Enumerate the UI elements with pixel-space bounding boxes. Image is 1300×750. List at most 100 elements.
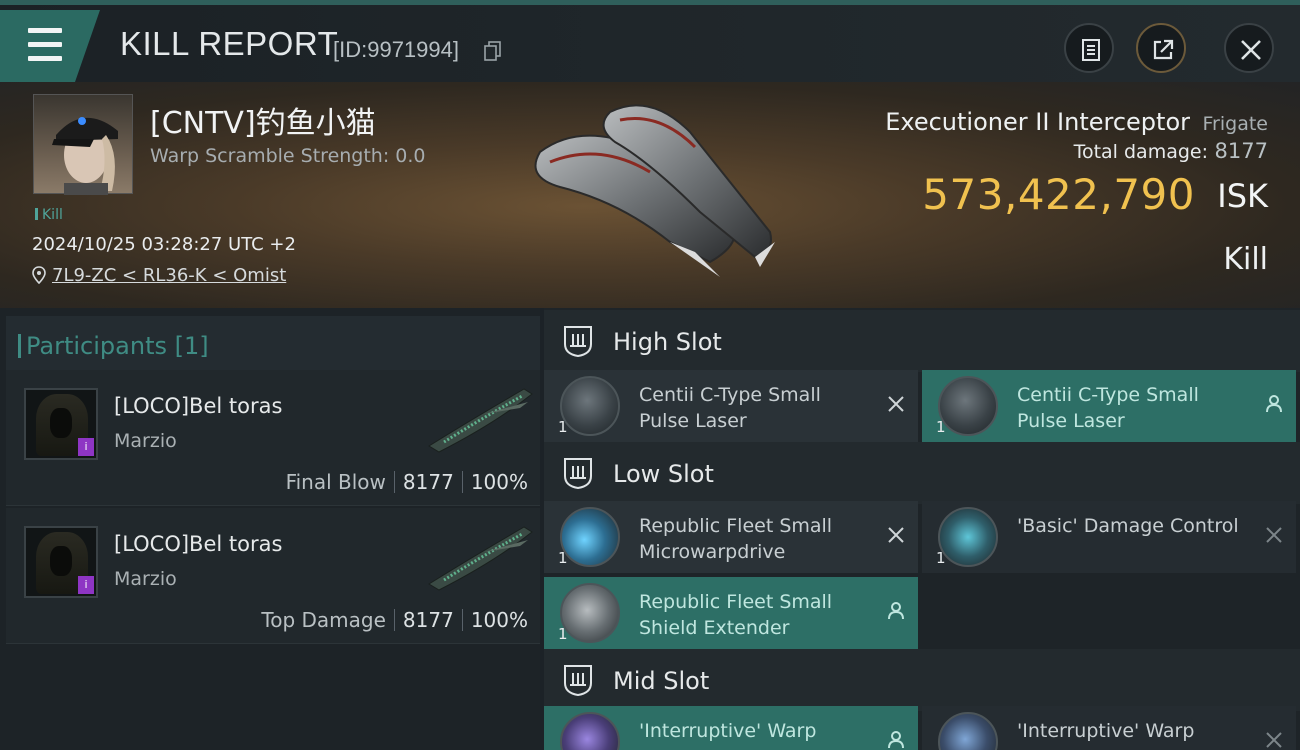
document-icon bbox=[1082, 39, 1100, 61]
module-item[interactable]: 'Interruptive' Warp bbox=[922, 706, 1296, 750]
participants-label: Participants [1] bbox=[18, 332, 209, 360]
menu-button[interactable] bbox=[0, 10, 100, 82]
module-name: Centii C-Type Small Pulse Laser bbox=[639, 384, 821, 432]
module-item[interactable]: 1 Republic Fleet Small Shield Extender bbox=[544, 577, 918, 649]
share-icon bbox=[1153, 39, 1174, 60]
participant-corp: Marzio bbox=[114, 568, 177, 590]
participants-panel: Participants [1] i [LOCO]Bel toras Marzi… bbox=[0, 308, 540, 750]
module-name: 'Interruptive' Warp bbox=[639, 720, 817, 742]
damage-control-icon bbox=[938, 507, 998, 567]
copy-icon[interactable] bbox=[484, 41, 502, 61]
module-item[interactable]: 1 Centii C-Type Small Pulse Laser bbox=[544, 370, 918, 442]
participant-role: Top Damage bbox=[261, 608, 386, 632]
participants-header: Participants [1] bbox=[6, 316, 540, 372]
module-quantity: 1 bbox=[558, 549, 568, 567]
pulse-laser-icon bbox=[560, 376, 620, 436]
low-slot-label: Low Slot bbox=[613, 460, 714, 488]
module-quantity: 1 bbox=[558, 418, 568, 436]
document-button[interactable] bbox=[1064, 23, 1114, 73]
participant-row[interactable]: i [LOCO]Bel toras Marzio Final Blow 8177 1… bbox=[6, 370, 540, 506]
hamburger-menu-icon bbox=[28, 28, 62, 33]
participant-ship-image bbox=[428, 526, 533, 591]
close-icon bbox=[1241, 40, 1261, 60]
warp-disruptor-icon bbox=[938, 712, 998, 750]
microwarpdrive-icon bbox=[560, 507, 620, 567]
low-slot-header: Low Slot bbox=[544, 442, 1300, 504]
warp-disruptor-icon bbox=[560, 712, 620, 750]
module-quantity: 1 bbox=[936, 549, 946, 567]
participant-stats: Final Blow 8177 100% bbox=[286, 470, 528, 494]
stat-divider bbox=[461, 471, 463, 493]
participant-ship-image bbox=[428, 388, 533, 453]
dropped-person-icon bbox=[888, 602, 904, 620]
report-id: [ID:9971994] bbox=[333, 37, 459, 62]
participant-name: [LOCO]Bel toras bbox=[114, 532, 283, 556]
total-damage-label: Total damage: bbox=[1073, 141, 1208, 163]
module-name: Centii C-Type Small Pulse Laser bbox=[1017, 384, 1199, 432]
dropped-person-icon bbox=[1266, 395, 1282, 413]
mid-slot-header: Mid Slot bbox=[544, 649, 1300, 711]
slot-shield-icon bbox=[564, 326, 592, 358]
share-button[interactable] bbox=[1136, 23, 1186, 73]
victim-ship-image bbox=[534, 104, 775, 277]
close-button[interactable] bbox=[1224, 23, 1274, 73]
module-quantity: 1 bbox=[936, 418, 946, 436]
page-title: KILL REPORT bbox=[120, 25, 339, 62]
portrait-face bbox=[50, 408, 72, 438]
mid-slot-label: Mid Slot bbox=[613, 667, 710, 695]
participant-corp: Marzio bbox=[114, 430, 177, 452]
participant-percent: 100% bbox=[470, 608, 528, 632]
total-damage-value: 8177 bbox=[1214, 139, 1268, 163]
fittings-panel: High Slot 1 Centii C-Type Small Pulse La… bbox=[544, 308, 1300, 750]
victim-ship-name[interactable]: Executioner II Interceptor bbox=[885, 108, 1190, 136]
kill-tag: Kill bbox=[35, 207, 63, 223]
high-slot-header: High Slot bbox=[544, 310, 1300, 372]
participant-role: Final Blow bbox=[285, 470, 386, 494]
hamburger-menu-icon-bar bbox=[28, 56, 62, 61]
module-name: Republic Fleet Small Microwarpdrive bbox=[639, 515, 833, 563]
participant-percent: 100% bbox=[470, 470, 528, 494]
isk-unit: ISK bbox=[1217, 177, 1268, 215]
high-slot-label: High Slot bbox=[613, 328, 722, 356]
isk-value: 573,422,790 bbox=[922, 170, 1195, 219]
kill-datetime: 2024/10/25 03:28:27 UTC +2 bbox=[32, 234, 296, 255]
pulse-laser-icon bbox=[938, 376, 998, 436]
stat-divider bbox=[393, 471, 395, 493]
slot-shield-icon bbox=[564, 458, 592, 490]
avatar-portrait bbox=[52, 117, 118, 195]
header-bar: KILL REPORT [ID:9971994] bbox=[0, 0, 1300, 82]
module-item[interactable]: 1 'Basic' Damage Control bbox=[922, 501, 1296, 573]
info-badge-icon: i bbox=[78, 576, 94, 594]
shield-extender-icon bbox=[560, 583, 620, 643]
module-item[interactable]: 1 Republic Fleet Small Microwarpdrive bbox=[544, 501, 918, 573]
victim-ship-class: Frigate bbox=[1202, 113, 1268, 135]
location-link[interactable]: 7L9-ZC < RL36-K < Omist bbox=[52, 265, 286, 286]
destroyed-x-icon bbox=[1266, 527, 1282, 543]
portrait-face bbox=[50, 546, 72, 576]
participant-stats: Top Damage 8177 100% bbox=[261, 608, 528, 632]
participant-avatar: i bbox=[24, 388, 98, 460]
participant-damage: 8177 bbox=[402, 608, 454, 632]
participant-avatar: i bbox=[24, 526, 98, 598]
module-item[interactable]: 1 Centii C-Type Small Pulse Laser bbox=[922, 370, 1296, 442]
stat-divider bbox=[461, 609, 463, 631]
participant-row[interactable]: i [LOCO]Bel toras Marzio Top Damage 8177 1… bbox=[6, 508, 540, 644]
slot-shield-icon bbox=[564, 665, 592, 697]
hamburger-menu-icon-bar bbox=[28, 42, 62, 47]
victim-name[interactable]: [CNTV]钓鱼小猫 bbox=[150, 98, 376, 142]
victim-avatar[interactable] bbox=[33, 94, 133, 195]
module-quantity: 1 bbox=[558, 625, 568, 643]
destroyed-x-icon bbox=[888, 396, 904, 412]
module-name: 'Basic' Damage Control bbox=[1017, 515, 1239, 537]
module-name: 'Interruptive' Warp bbox=[1017, 720, 1195, 742]
participant-name: [LOCO]Bel toras bbox=[114, 394, 283, 418]
location-pin-icon bbox=[32, 266, 46, 284]
stat-divider bbox=[393, 609, 395, 631]
dropped-person-icon bbox=[888, 731, 904, 749]
victim-banner: [CNTV]钓鱼小猫 Warp Scramble Strength: 0.0 K… bbox=[0, 82, 1300, 308]
info-badge-icon: i bbox=[78, 438, 94, 456]
module-item[interactable]: 'Interruptive' Warp bbox=[544, 706, 918, 750]
participant-damage: 8177 bbox=[402, 470, 454, 494]
kill-result: Kill bbox=[1223, 242, 1268, 277]
kill-location[interactable]: 7L9-ZC < RL36-K < Omist bbox=[32, 265, 286, 286]
